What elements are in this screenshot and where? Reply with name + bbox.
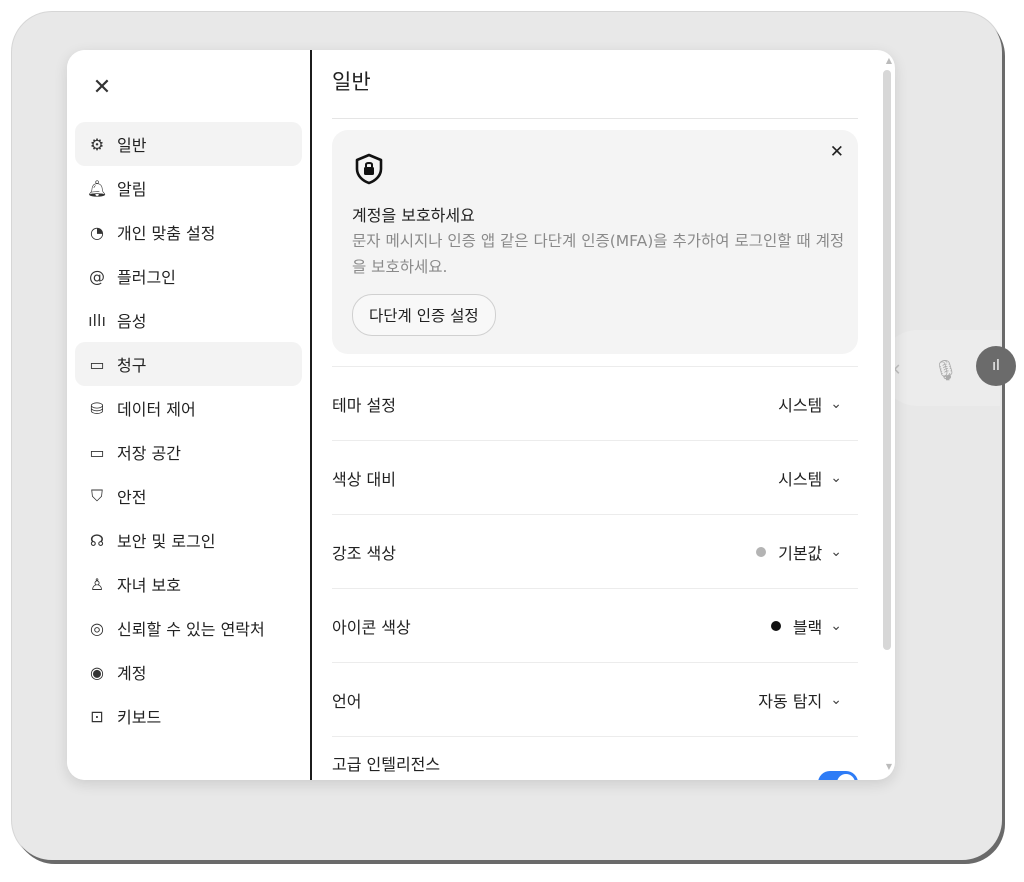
setting-dropdown[interactable]: 기본값 ⌄: [756, 540, 858, 564]
setting-label: 고급 인텔리전스: [332, 755, 441, 774]
sidebar-item-label: 저장 공간: [117, 444, 181, 463]
setting-value: 시스템: [778, 395, 823, 415]
sidebar-item-1[interactable]: 🔔︎ 알림: [75, 166, 302, 210]
database-icon: ⛁: [90, 398, 104, 418]
personalize-icon: ◔: [90, 222, 104, 242]
setting-row: 강조 색상 기본값 ⌄: [332, 514, 858, 588]
sidebar-item-label: 키보드: [117, 708, 162, 727]
sidebar-item-12[interactable]: ◉ 계정: [75, 650, 302, 694]
setting-value: 기본값: [778, 543, 823, 563]
mfa-card-body: 문자 메시지나 인증 앱 같은 다단계 인증(MFA)을 추가하여 로그인할 때…: [352, 232, 845, 276]
sidebar-item-label: 자녀 보호: [117, 576, 181, 595]
background-mic-icon: 🎙︎: [933, 358, 959, 382]
sidebar-item-label: 보안 및 로그인: [117, 532, 216, 551]
settings-content: 일반 ✕ 계정을 보호하세요 문자 메시지나 인증 앱 같은 다단계 인증(MF…: [312, 50, 895, 780]
mfa-setup-button[interactable]: 다단계 인증 설정: [352, 294, 496, 336]
settings-nav: ⚙ 일반 🔔︎ 알림 ◔ 개인 맞춤 설정 @ 플러그인 ıllı 음성 ▭ 청구 ⛁ 데이터 제어 ▭ 저장…: [75, 122, 302, 738]
gear-icon: ⚙: [89, 134, 105, 154]
scroll-up-arrow[interactable]: ▲: [886, 56, 892, 65]
card-close-icon[interactable]: ✕: [830, 142, 844, 162]
page-title: 일반: [332, 70, 371, 94]
title-divider: [332, 118, 858, 119]
credit-card-icon: ▭: [89, 354, 105, 374]
setting-label: 아이콘 색상: [332, 617, 411, 637]
sidebar-item-label: 알림: [117, 180, 147, 199]
settings-sidebar: ✕ ⚙ 일반 🔔︎ 알림 ◔ 개인 맞춤 설정 @ 플러그인 ıllı 음성 ▭ 청구 ⛁ 데이터 제어 ▭…: [67, 50, 310, 780]
keyboard-icon: ⊡: [90, 706, 104, 726]
voice-wave-icon: ıllı: [88, 310, 106, 330]
sidebar-item-9[interactable]: ☊ 보안 및 로그인: [75, 518, 302, 562]
mfa-card: ✕ 계정을 보호하세요 문자 메시지나 인증 앱 같은 다단계 인증(MFA)을…: [332, 130, 858, 354]
sidebar-item-label: 일반: [117, 136, 147, 155]
chevron-down-icon: ⌄: [830, 395, 842, 412]
setting-row: 아이콘 색상 블랙 ⌄: [332, 588, 858, 662]
at-icon: @: [89, 266, 105, 286]
parental-icon: ♙: [89, 574, 105, 594]
settings-modal: ✕ ⚙ 일반 🔔︎ 알림 ◔ 개인 맞춤 설정 @ 플러그인 ıllı 음성 ▭ 청구 ⛁ 데이터 제어 ▭…: [67, 50, 895, 780]
advanced-toggle[interactable]: [818, 771, 858, 780]
sidebar-item-label: 신뢰할 수 있는 연락처: [117, 620, 265, 639]
setting-row: 색상 대비 시스템 ⌄: [332, 440, 858, 514]
sidebar-item-label: 음성: [117, 312, 147, 331]
color-dot: [756, 546, 767, 557]
setting-dropdown[interactable]: 블랙 ⌄: [770, 614, 858, 638]
user-circle-icon: ◉: [90, 662, 104, 682]
sidebar-item-label: 청구: [117, 356, 147, 375]
mfa-card-title: 계정을 보호하세요: [352, 206, 475, 225]
fingerprint-icon: ☊: [89, 530, 105, 550]
setting-dropdown[interactable]: 시스템 ⌄: [778, 466, 858, 490]
shield-check-icon: ⛉: [90, 486, 103, 505]
chevron-down-icon: ⌄: [830, 469, 842, 486]
setting-row-advanced: 고급 인텔리전스복잡한 질문을 하면 ChatGPT가 더 노력하...: [332, 736, 858, 780]
scroll-down-arrow[interactable]: ▼: [886, 762, 892, 771]
setting-label: 테마 설정: [332, 395, 396, 415]
setting-description: 복잡한 질문을 하면 ChatGPT가 더 노력하...: [332, 777, 577, 780]
storage-icon: ▭: [89, 442, 105, 462]
chevron-down-icon: ⌄: [830, 617, 842, 634]
lifebuoy-icon: ◎: [90, 618, 104, 638]
setting-dropdown[interactable]: 시스템 ⌄: [778, 392, 858, 416]
sidebar-item-label: 플러그인: [117, 268, 176, 287]
setting-value: 블랙: [792, 617, 823, 637]
sidebar-item-label: 데이터 제어: [117, 400, 196, 419]
sidebar-item-6[interactable]: ⛁ 데이터 제어: [75, 386, 302, 430]
sidebar-item-2[interactable]: ◔ 개인 맞춤 설정: [75, 210, 302, 254]
bell-icon: 🔔︎: [86, 178, 108, 198]
sidebar-item-11[interactable]: ◎ 신뢰할 수 있는 연락처: [75, 606, 302, 650]
sidebar-item-4[interactable]: ıllı 음성: [75, 298, 302, 342]
sidebar-item-7[interactable]: ▭ 저장 공간: [75, 430, 302, 474]
setting-row: 언어 자동 탐지 ⌄: [332, 662, 858, 736]
sidebar-item-8[interactable]: ⛉ 안전: [75, 474, 302, 518]
setting-value: 시스템: [778, 469, 823, 489]
shield-lock-icon: [352, 152, 386, 186]
chevron-down-icon: ⌄: [830, 543, 842, 560]
chevron-down-icon: ⌄: [830, 691, 842, 708]
sidebar-item-5[interactable]: ▭ 청구: [75, 342, 302, 386]
sidebar-item-13[interactable]: ⊡ 키보드: [75, 694, 302, 738]
setting-label: 색상 대비: [332, 469, 396, 489]
color-dot: [770, 620, 781, 631]
setting-label: 강조 색상: [332, 543, 396, 563]
sidebar-item-label: 개인 맞춤 설정: [117, 224, 216, 243]
sidebar-item-10[interactable]: ♙ 자녀 보호: [75, 562, 302, 606]
setting-dropdown[interactable]: 자동 탐지 ⌄: [758, 688, 858, 712]
sidebar-item-label: 안전: [117, 488, 147, 507]
setting-row: 테마 설정 시스템 ⌄: [332, 366, 858, 440]
setting-value: 자동 탐지: [758, 691, 823, 711]
sidebar-item-0[interactable]: ⚙ 일반: [75, 122, 302, 166]
settings-list: 테마 설정 시스템 ⌄ 색상 대비 시스템 ⌄ 강조 색상 기본값 ⌄ 아이콘 색상 블랙 ⌄ 언어 자동…: [332, 366, 858, 780]
sidebar-item-3[interactable]: @ 플러그인: [75, 254, 302, 298]
sidebar-item-label: 계정: [117, 664, 147, 683]
setting-label: 언어: [332, 691, 362, 711]
close-icon[interactable]: ✕: [89, 74, 115, 100]
scrollbar[interactable]: [883, 70, 891, 650]
background-voice-button: ıl: [976, 346, 1016, 386]
